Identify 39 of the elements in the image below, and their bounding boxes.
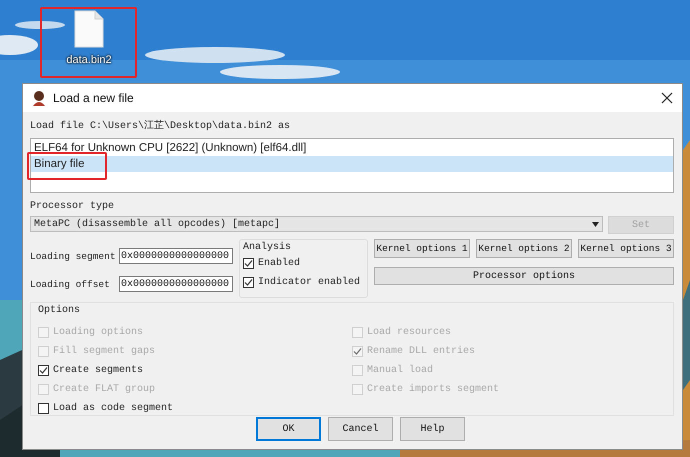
format-item[interactable]: ELF64 for Unknown CPU [2622] (Unknown) [elf64.dll] bbox=[31, 140, 673, 156]
dialog-button[interactable]: OK bbox=[256, 417, 321, 441]
processor-options-button[interactable]: Processor options bbox=[374, 267, 674, 285]
input-field[interactable]: 0x0000000000000000 bbox=[119, 248, 233, 264]
dropdown-arrow-icon bbox=[592, 222, 599, 226]
kernel-options-button[interactable]: Kernel options 3 bbox=[578, 239, 674, 258]
checkbox[interactable] bbox=[38, 403, 49, 414]
checkbox-label: Load as code segment bbox=[53, 403, 174, 414]
checkbox-label: Create imports segment bbox=[367, 384, 500, 395]
kernel-options-button[interactable]: Kernel options 2 bbox=[476, 239, 572, 258]
checkbox-label: Enabled bbox=[258, 258, 300, 269]
dialog-button[interactable]: Cancel bbox=[328, 417, 393, 441]
file-name: data.bin2 bbox=[66, 54, 112, 66]
field-label: Loading segment bbox=[30, 250, 117, 262]
field-label: Loading offset bbox=[30, 278, 111, 290]
checkbox-label: Rename DLL entries bbox=[367, 346, 476, 357]
checkbox-label: Create segments bbox=[53, 365, 144, 376]
checkbox[interactable] bbox=[38, 365, 49, 376]
checkbox-label: Loading options bbox=[53, 327, 144, 338]
close-icon[interactable] bbox=[660, 91, 674, 105]
checkbox-label: Fill segment gaps bbox=[53, 346, 156, 357]
load-file-label: Load file C:\Users\江芷\Desktop\data.bin2 as bbox=[30, 120, 292, 134]
input-field[interactable]: 0x0000000000000000 bbox=[119, 276, 233, 292]
kernel-options-button[interactable]: Kernel options 1 bbox=[374, 239, 470, 258]
checkbox-label: Load resources bbox=[367, 327, 452, 338]
group-title: Options bbox=[38, 304, 82, 317]
window-title: Load a new file bbox=[53, 91, 135, 105]
file-icon[interactable] bbox=[74, 10, 104, 48]
checkbox[interactable] bbox=[243, 277, 254, 288]
group-title: Analysis bbox=[243, 241, 292, 254]
processor-dropdown[interactable]: MetaPC (disassemble all opcodes) [metapc] bbox=[30, 216, 603, 232]
format-item[interactable]: Binary file bbox=[31, 156, 673, 172]
checkbox-label: Indicator enabled bbox=[258, 277, 360, 288]
checkbox[interactable] bbox=[243, 258, 254, 269]
app-icon bbox=[31, 90, 47, 106]
dialog-button[interactable]: Help bbox=[400, 417, 465, 441]
checkbox-label: Create FLAT group bbox=[53, 384, 156, 395]
checkbox-label: Manual load bbox=[367, 365, 434, 376]
processor-type-label: Processor type bbox=[30, 201, 116, 213]
